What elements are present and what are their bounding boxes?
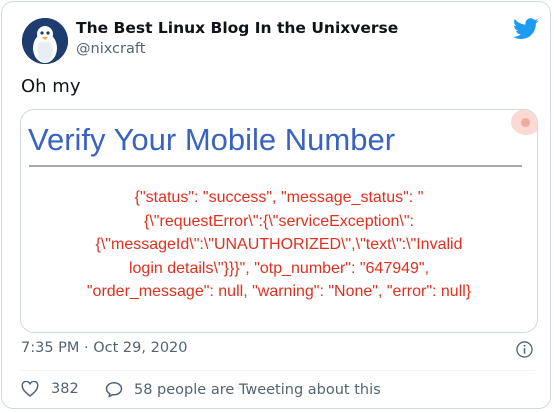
media-heading: Verify Your Mobile Number — [28, 122, 396, 157]
conversation-link[interactable]: 58 people are Tweeting about this — [105, 381, 381, 398]
media-json-response: {"status": "success", "message_status": … — [21, 186, 537, 304]
conversation-text: 58 people are Tweeting about this — [134, 381, 381, 398]
media-body-line: {\"requestError\":{\"serviceException\": — [144, 212, 414, 230]
like-count: 382 — [51, 381, 79, 397]
media-body-line: {\"messageId\":\"UNAUTHORIZED\",\"text\"… — [95, 236, 463, 253]
divider — [21, 370, 535, 371]
tweet-card: The Best Linux Blog In the Unixverse @ni… — [1, 1, 551, 409]
media-body-line: {"status": "success", "message_status": … — [134, 189, 424, 206]
author-handle[interactable]: @nixcraft — [76, 41, 145, 57]
media-body-line: login details\"}}}", "otp_number": "6479… — [128, 259, 430, 277]
speech-bubble-icon — [105, 382, 123, 398]
media-corner-badge — [511, 110, 537, 135]
media-body-line: "order_message": null, "warning": "None"… — [86, 283, 472, 300]
tweet-timestamp[interactable]: 7:35 PM · Oct 29, 2020 — [21, 340, 188, 356]
media-divider — [29, 165, 522, 167]
tweet-text: Oh my — [21, 76, 81, 97]
avatar[interactable] — [22, 18, 68, 64]
author-name[interactable]: The Best Linux Blog In the Unixverse — [76, 19, 398, 37]
heart-icon — [21, 381, 39, 397]
info-icon[interactable] — [516, 341, 533, 358]
penguin-icon — [22, 18, 68, 64]
tweet-media-image[interactable]: Verify Your Mobile Number {"status": "su… — [20, 109, 538, 333]
like-button[interactable]: 382 — [21, 381, 79, 397]
twitter-bird-icon[interactable] — [513, 18, 539, 40]
